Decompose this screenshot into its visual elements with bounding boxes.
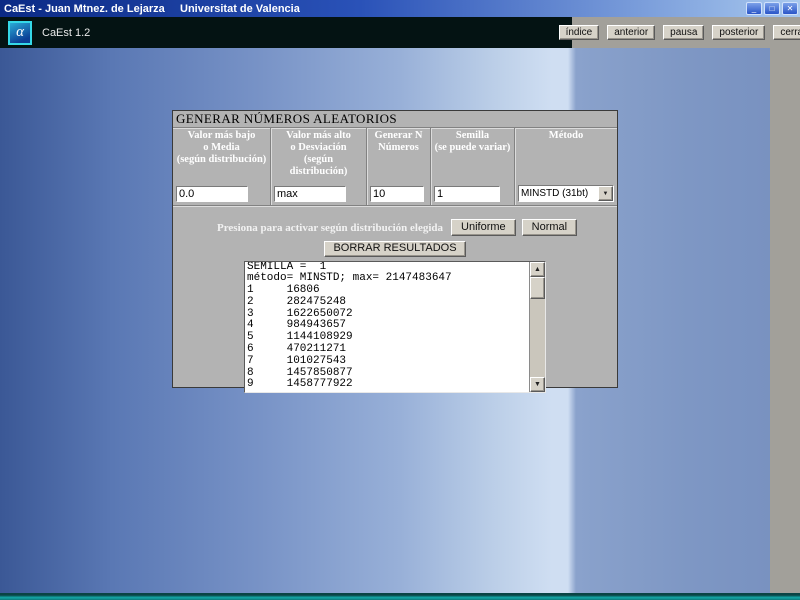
panel-title: GENERAR NÚMEROS ALEATORIOS (173, 111, 617, 128)
alpha-glyph: α (16, 24, 24, 40)
nav-cerrar-button[interactable]: cerrar (773, 25, 800, 40)
maximize-icon: □ (769, 3, 775, 13)
nav-posterior-button[interactable]: posterior (712, 25, 766, 40)
scroll-thumb[interactable] (530, 276, 545, 299)
clear-row: BORRAR RESULTADOS (173, 238, 617, 257)
scroll-down-button[interactable]: ▼ (530, 376, 545, 392)
n-numeros-input[interactable] (370, 186, 424, 202)
semilla-input[interactable] (434, 186, 500, 202)
scroll-up-button[interactable]: ▲ (530, 261, 545, 277)
borrar-resultados-button[interactable]: BORRAR RESULTADOS (324, 240, 466, 257)
metodo-select[interactable]: MINSTD (31bt) ▼ (518, 185, 614, 202)
app-header: α CaEst 1.2 índice anterior pausa poster… (0, 17, 800, 48)
close-button[interactable]: ✕ (782, 2, 798, 15)
valor-bajo-input[interactable] (176, 186, 248, 202)
field-metodo-header: Método (548, 130, 584, 141)
chevron-down-icon[interactable]: ▼ (598, 186, 613, 201)
window-controls: _ □ ✕ (746, 2, 798, 15)
field-generar-n-header: Generar N Números (374, 130, 423, 153)
titlebar: CaEst - Juan Mtnez. de Lejarza Universit… (0, 0, 800, 17)
minimize-icon: _ (751, 3, 757, 13)
normal-button[interactable]: Normal (521, 219, 578, 236)
valor-alto-input[interactable] (274, 186, 346, 202)
results-scrollbar[interactable]: ▲ ▼ (529, 261, 545, 392)
scroll-up-icon: ▲ (534, 265, 541, 273)
app-version: CaEst 1.2 (42, 26, 91, 39)
alpha-logo-icon: α (8, 20, 32, 45)
right-sidebar (770, 48, 800, 593)
brand-bar: α CaEst 1.2 (0, 17, 572, 48)
field-semilla: Semilla (se puede variar) (431, 128, 515, 205)
field-generar-n: Generar N Números (367, 128, 431, 205)
activate-row: Presiona para activar según distribución… (173, 219, 617, 236)
field-metodo: Método MINSTD (31bt) ▼ (515, 128, 617, 205)
field-valor-mas-bajo: Valor más bajo o Media (según distribuci… (173, 128, 271, 205)
minimize-button[interactable]: _ (746, 2, 762, 15)
field-valor-mas-alto-header: Valor más alto o Desviación (según distr… (286, 130, 351, 177)
uniforme-button[interactable]: Uniforme (451, 219, 516, 236)
results-text: SEMILLA = 1 método= MINSTD; max= 2147483… (247, 261, 452, 391)
nav-toolbar: índice anterior pausa posterior cerrar (558, 17, 800, 48)
window-title: CaEst - Juan Mtnez. de Lejarza (4, 2, 165, 15)
nav-indice-button[interactable]: índice (558, 25, 600, 40)
field-valor-mas-bajo-header: Valor más bajo o Media (según distribuci… (176, 130, 267, 165)
field-semilla-header: Semilla (se puede variar) (434, 130, 511, 153)
activate-label: Presiona para activar según distribución… (217, 221, 444, 234)
maximize-button[interactable]: □ (764, 2, 780, 15)
nav-pausa-button[interactable]: pausa (663, 25, 705, 40)
metodo-selected-value: MINSTD (31bt) (521, 188, 589, 199)
results-box[interactable]: SEMILLA = 1 método= MINSTD; max= 2147483… (244, 260, 546, 393)
app-window: CaEst - Juan Mtnez. de Lejarza Universit… (0, 0, 800, 600)
close-icon: ✕ (786, 3, 794, 13)
field-valor-mas-alto: Valor más alto o Desviación (según distr… (271, 128, 367, 205)
parameters-table: Valor más bajo o Media (según distribuci… (173, 128, 617, 206)
scroll-down-icon: ▼ (534, 380, 541, 388)
window-subtitle: Universitat de Valencia (180, 2, 300, 15)
generator-panel: GENERAR NÚMEROS ALEATORIOS Valor más baj… (172, 110, 618, 393)
bottom-bar (0, 593, 800, 600)
nav-anterior-button[interactable]: anterior (607, 25, 656, 40)
